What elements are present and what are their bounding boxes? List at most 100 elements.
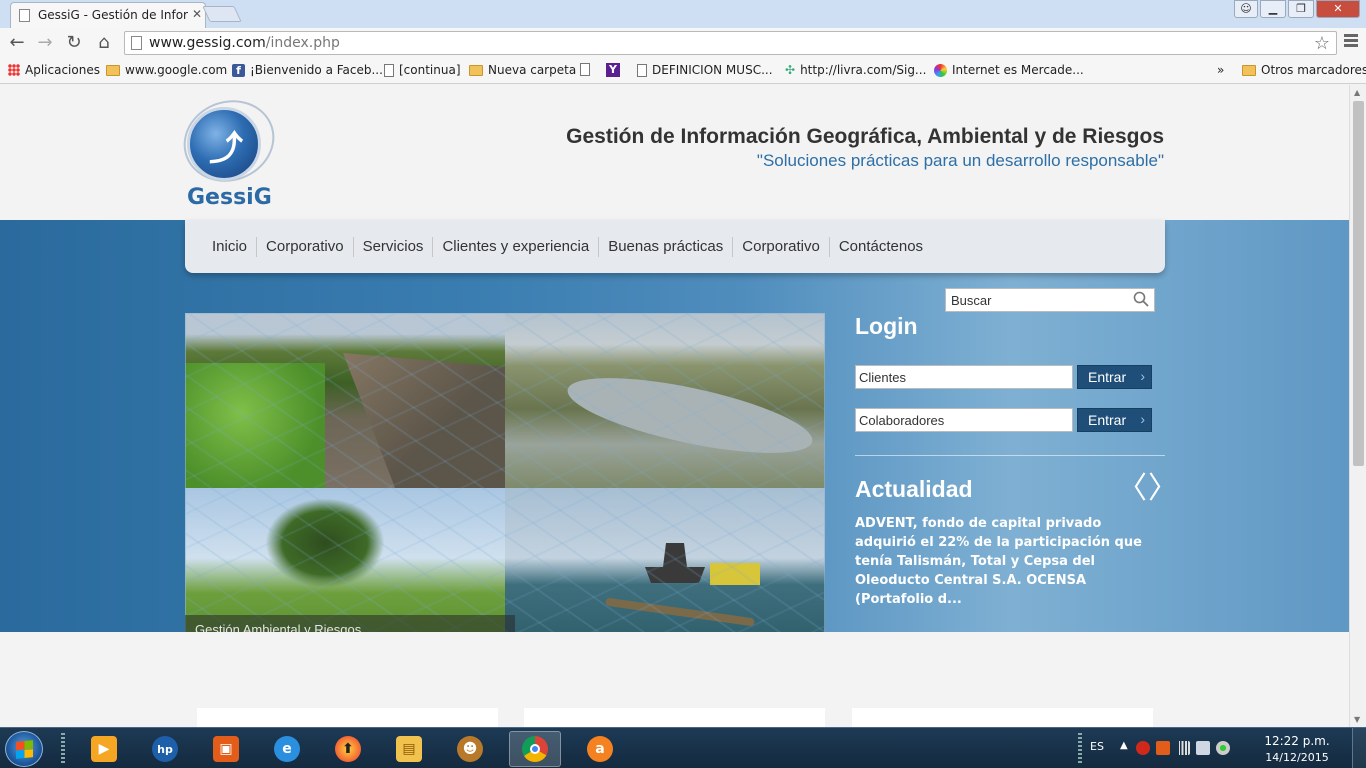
show-hidden-icons-icon[interactable]: ▲ <box>1120 740 1128 751</box>
page-icon <box>637 63 647 77</box>
collaborators-input[interactable] <box>855 408 1073 432</box>
clients-enter-button[interactable]: Entrar › <box>1077 365 1152 389</box>
bookmark-star-icon[interactable]: ☆ <box>1314 33 1330 54</box>
facebook-icon: f <box>232 63 245 77</box>
windows-taskbar: ▶ hp ▣ e ⬆ ▤ ☻ a ES ▲ 12:22 p.m. 14/12/2… <box>0 727 1366 768</box>
site-header: ⤴ GessiG Gestión de Información Geográfi… <box>0 85 1349 220</box>
media-player-icon[interactable]: ▶ <box>78 731 130 767</box>
bookmark-facebook[interactable]: f ¡Bienvenido a Faceb... <box>232 63 383 77</box>
page-scrollbar[interactable]: ▲ ▼ <box>1349 85 1366 727</box>
update-icon[interactable]: ⬆ <box>322 731 374 767</box>
livra-icon: ✣ <box>785 63 796 77</box>
chevron-right-icon: › <box>1140 411 1145 427</box>
yahoo-icon: Y <box>606 63 620 77</box>
bookmark-yahoo[interactable] <box>580 63 590 76</box>
bookmark-continua[interactable]: [continua] <box>384 63 461 77</box>
url-text[interactable]: www.gessig.com/index.php <box>149 35 340 51</box>
network-signal-icon[interactable] <box>1176 741 1190 755</box>
nav-item-buenas-practicas[interactable]: Buenas prácticas <box>599 237 734 257</box>
content-card <box>197 708 498 727</box>
bookmarks-overflow-button[interactable]: » <box>1217 63 1224 77</box>
image-slider[interactable]: Gestión Ambiental y Riesgos <box>185 313 825 663</box>
chrome-menu-icon[interactable] <box>1344 34 1358 49</box>
bookmark-yahoo-logo[interactable]: Y <box>606 63 620 77</box>
show-desktop-button[interactable] <box>1352 728 1366 768</box>
clock-date[interactable]: 14/12/2015 <box>1262 751 1332 764</box>
bookmark-nueva-carpeta[interactable]: Nueva carpeta <box>469 63 576 77</box>
login-heading: Login <box>855 313 918 339</box>
close-window-button[interactable]: ✕ <box>1316 0 1360 18</box>
address-bar[interactable]: www.gessig.com/index.php ☆ <box>124 31 1337 55</box>
reload-icon[interactable]: ↻ <box>63 32 85 54</box>
bookmark-label: DEFINICION MUSC... <box>652 63 773 77</box>
scroll-down-icon[interactable]: ▼ <box>1354 715 1360 724</box>
news-next-icon[interactable]: 〉 <box>1148 474 1178 504</box>
content-card <box>852 708 1153 727</box>
other-bookmarks[interactable]: Otros marcadores <box>1242 63 1366 77</box>
tab-title: GessiG - Gestión de Inform <box>38 8 188 22</box>
logo-text: GessiG <box>187 185 272 210</box>
apps-grid-icon <box>8 64 20 76</box>
clock-time[interactable]: 12:22 p.m. <box>1262 734 1332 748</box>
bookmark-apps[interactable]: Aplicaciones <box>8 63 100 77</box>
collaborators-enter-button[interactable]: Entrar › <box>1077 408 1152 432</box>
bookmark-livra[interactable]: ✣ http://livra.com/Sig... <box>785 63 926 77</box>
forward-arrow-icon[interactable]: → <box>34 32 56 54</box>
search-input[interactable] <box>946 289 1126 312</box>
search-icon[interactable] <box>1133 291 1149 307</box>
nav-item-corporativo[interactable]: Corporativo <box>257 237 354 257</box>
minimize-button[interactable]: ▁ <box>1260 0 1286 18</box>
chrome-icon[interactable] <box>509 731 561 767</box>
device-icon[interactable] <box>1196 741 1210 755</box>
language-indicator[interactable]: ES <box>1090 740 1104 753</box>
nav-item-inicio[interactable]: Inicio <box>203 237 258 257</box>
site-logo[interactable]: ⤴ GessiG <box>172 87 286 215</box>
file-explorer-icon[interactable]: ▤ <box>383 731 435 767</box>
restore-button[interactable]: ❐ <box>1288 0 1314 18</box>
office-tray-icon[interactable] <box>1156 741 1170 755</box>
bookmark-google[interactable]: www.google.com <box>106 63 227 77</box>
browser-tab[interactable]: GessiG - Gestión de Inform ✕ <box>10 2 206 28</box>
browser-toolbar: ← → ↻ ⌂ www.gessig.com/index.php ☆ <box>0 28 1366 58</box>
back-arrow-icon[interactable]: ← <box>6 32 28 54</box>
page-viewport: ⤴ GessiG Gestión de Información Geográfi… <box>0 85 1349 727</box>
nav-item-clientes[interactable]: Clientes y experiencia <box>433 237 600 257</box>
system-tray: ES ▲ 12:22 p.m. 14/12/2015 <box>1076 728 1366 768</box>
other-bookmarks-label: Otros marcadores <box>1261 63 1366 77</box>
game-icon[interactable]: ☻ <box>444 731 496 767</box>
content-card <box>524 708 825 727</box>
bookmark-label: Internet es Mercade... <box>952 63 1084 77</box>
bookmark-label: ¡Bienvenido a Faceb... <box>250 63 383 77</box>
bookmark-label: Aplicaciones <box>25 63 100 77</box>
page-icon <box>131 36 142 50</box>
scrollbar-thumb[interactable] <box>1353 101 1364 466</box>
nav-item-corporativo-2[interactable]: Corporativo <box>733 237 830 257</box>
folder-icon <box>1242 64 1256 76</box>
site-tagline: "Soluciones prácticas para un desarrollo… <box>756 151 1164 170</box>
bookmark-internet[interactable]: Internet es Mercade... <box>934 63 1084 77</box>
folder-icon <box>106 64 120 76</box>
scroll-up-icon[interactable]: ▲ <box>1354 88 1360 97</box>
bookmarks-bar: Aplicaciones www.google.com f ¡Bienvenido… <box>0 58 1366 84</box>
clients-input[interactable] <box>855 365 1073 389</box>
alert-icon[interactable] <box>1136 741 1150 755</box>
user-profile-icon[interactable]: ☺ <box>1234 0 1258 18</box>
news-prev-icon[interactable]: 〈 <box>1117 474 1147 504</box>
home-icon[interactable]: ⌂ <box>93 32 115 54</box>
news-article-text[interactable]: ADVENT, fondo de capital privado adquiri… <box>855 514 1155 609</box>
internet-explorer-icon[interactable]: e <box>261 731 313 767</box>
bookmark-definicion[interactable]: DEFINICION MUSC... <box>637 63 773 77</box>
site-title: Gestión de Información Geográfica, Ambie… <box>566 125 1164 148</box>
tab-close-icon[interactable]: ✕ <box>192 7 202 21</box>
sync-icon[interactable] <box>1216 741 1230 755</box>
nav-item-contactenos[interactable]: Contáctenos <box>830 237 932 257</box>
start-button[interactable] <box>5 731 43 767</box>
new-tab-button[interactable] <box>202 6 242 22</box>
office-icon[interactable]: ▣ <box>200 731 252 767</box>
windows-logo-icon <box>16 740 33 759</box>
bookmark-label: Nueva carpeta <box>488 63 577 77</box>
nav-item-servicios[interactable]: Servicios <box>354 237 434 257</box>
map-overlay <box>185 313 825 663</box>
avast-icon[interactable]: a <box>574 731 626 767</box>
hp-icon[interactable]: hp <box>139 731 191 767</box>
